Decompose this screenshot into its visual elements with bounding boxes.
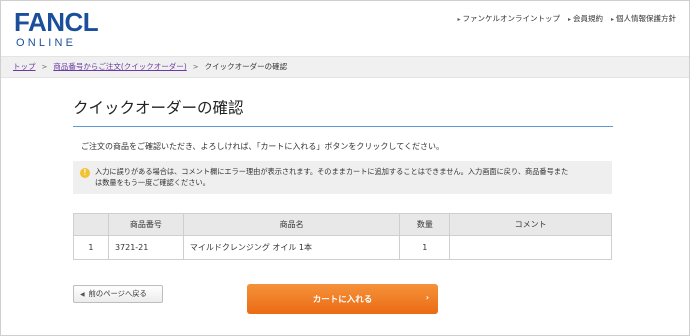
nav-link-online-top[interactable]: ▸ ファンケルオンライントップ xyxy=(457,13,560,24)
nav-link-member-terms[interactable]: ▸ 会員規約 xyxy=(568,13,603,24)
breadcrumb-current: クイックオーダーの確認 xyxy=(204,62,288,71)
logo-subtitle: ONLINE xyxy=(16,37,77,49)
column-header-product-code: 商品番号 xyxy=(107,213,184,236)
breadcrumb-bar: トップ > 商品番号からご注文(クイックオーダー) > クイックオーダーの確認 xyxy=(1,56,689,78)
breadcrumb: トップ > 商品番号からご注文(クイックオーダー) > クイックオーダーの確認 xyxy=(13,61,287,72)
notice-line-1: 入力に誤りがある場合は、コメント欄にエラー理由が表示されます。そのままカートに追… xyxy=(95,167,569,176)
table-header-row: 商品番号 商品名 数量 コメント xyxy=(73,213,612,236)
cell-product-code: 3721-21 xyxy=(107,235,184,260)
nav-link-privacy-policy[interactable]: ▸ 個人情報保護方針 xyxy=(611,13,676,24)
column-header-quantity: 数量 xyxy=(399,213,451,236)
column-header-comment: コメント xyxy=(449,213,612,236)
fancl-online-logo[interactable]: FANCL ONLINE xyxy=(14,9,106,49)
arrow-bullet-icon: ▸ xyxy=(610,16,614,23)
breadcrumb-link-top[interactable]: トップ xyxy=(13,61,36,72)
column-header-product-name: 商品名 xyxy=(182,213,401,236)
breadcrumb-separator: > xyxy=(41,62,48,71)
arrow-bullet-icon: ▸ xyxy=(567,16,571,23)
add-to-cart-button[interactable]: カートに入れる › xyxy=(247,284,438,314)
breadcrumb-link-quick-order[interactable]: 商品番号からご注文(クイックオーダー) xyxy=(53,61,186,72)
error-notice: ! 入力に誤りがある場合は、コメント欄にエラー理由が表示されます。そのままカート… xyxy=(73,161,612,194)
page-title: クイックオーダーの確認 xyxy=(73,96,613,127)
table-row: 1 3721-21 マイルドクレンジング オイル 1本 1 xyxy=(73,235,612,260)
back-arrow-icon: ◀ xyxy=(80,290,85,298)
add-to-cart-label: カートに入れる xyxy=(312,295,373,305)
nav-link-label: 会員規約 xyxy=(572,14,603,23)
logo-wordmark: FANCL xyxy=(14,7,99,37)
cell-index: 1 xyxy=(73,235,109,260)
back-button[interactable]: ◀ 前のページへ戻る xyxy=(73,285,163,303)
warning-icon: ! xyxy=(80,168,90,178)
breadcrumb-separator: > xyxy=(192,62,199,71)
cell-product-name: マイルドクレンジング オイル 1本 xyxy=(182,235,401,260)
notice-line-2: は数量をもう一度ご確認ください。 xyxy=(95,178,210,187)
chevron-right-icon: › xyxy=(425,293,429,302)
nav-link-label: 個人情報保護方針 xyxy=(616,14,676,23)
nav-link-label: ファンケルオンライントップ xyxy=(462,14,560,23)
column-header-index xyxy=(73,213,109,236)
back-button-label: 前のページへ戻る xyxy=(88,289,147,298)
cell-quantity: 1 xyxy=(399,235,451,260)
instruction-text: ご注文の商品をご確認いただき、よろしければ、「カートに入れる」ボタンをクリックし… xyxy=(81,142,444,151)
cell-comment xyxy=(449,235,612,260)
top-navigation: ▸ ファンケルオンライントップ ▸ 会員規約 ▸ 個人情報保護方針 xyxy=(457,13,676,24)
order-items-table: 商品番号 商品名 数量 コメント 1 3721-21 マイルドクレンジング オイ… xyxy=(73,213,612,260)
arrow-bullet-icon: ▸ xyxy=(457,16,461,23)
